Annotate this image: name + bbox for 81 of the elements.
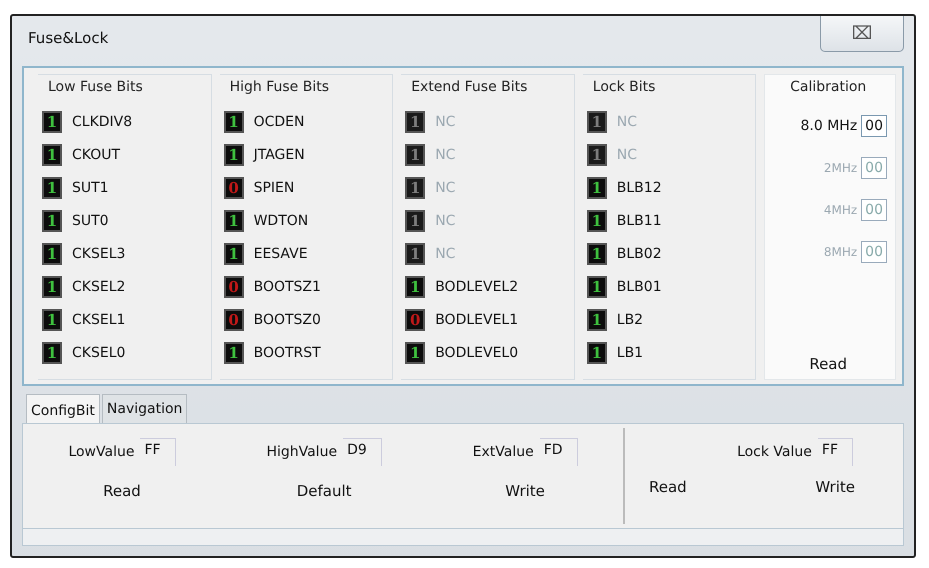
bit-label: BLB02 bbox=[616, 246, 662, 262]
value-label: ExtValue bbox=[472, 444, 534, 460]
group-title: High Fuse Bits bbox=[230, 79, 330, 95]
calibration-field[interactable]: 00 bbox=[861, 115, 887, 137]
bit-label: WDTON bbox=[254, 212, 308, 228]
window-title: Fuse&Lock bbox=[28, 29, 108, 47]
bit-label: BODLEVEL2 bbox=[435, 278, 518, 294]
bit-toggle[interactable]: 1 bbox=[405, 276, 426, 298]
bit-label: BODLEVEL1 bbox=[435, 312, 518, 328]
frequency-label: 8MHz bbox=[824, 245, 858, 259]
bit-label: NC bbox=[616, 114, 638, 130]
bit-toggle[interactable]: 1 bbox=[42, 144, 62, 166]
bit-label: NC bbox=[616, 146, 638, 162]
bit-toggle[interactable]: 1 bbox=[42, 210, 62, 232]
bit-toggle[interactable]: 1 bbox=[42, 110, 62, 132]
bit-toggle[interactable]: 1 bbox=[586, 276, 607, 298]
bit-toggle[interactable]: 1 bbox=[586, 342, 607, 364]
action-button[interactable]: Write bbox=[807, 476, 863, 498]
value-label: LowValue bbox=[68, 444, 134, 460]
bit-toggle[interactable]: 1 bbox=[224, 342, 244, 364]
bit-label: CLKDIV8 bbox=[72, 114, 132, 130]
bit-toggle[interactable]: 1 bbox=[42, 276, 62, 298]
action-button[interactable]: Read bbox=[641, 476, 695, 498]
group-title: Low Fuse Bits bbox=[48, 79, 144, 95]
bit-label: CKSEL1 bbox=[72, 312, 126, 328]
group-title: Calibration bbox=[790, 79, 866, 95]
frequency-label: 8.0 MHz bbox=[800, 118, 858, 134]
action-button[interactable]: Write bbox=[497, 480, 553, 502]
bit-toggle[interactable]: 1 bbox=[586, 210, 607, 232]
frequency-label: 4MHz bbox=[824, 203, 858, 217]
value-field[interactable]: FF bbox=[140, 438, 176, 466]
bit-toggle[interactable]: 1 bbox=[42, 242, 62, 264]
bit-label: NC bbox=[435, 146, 456, 162]
bit-label: CKSEL3 bbox=[72, 246, 126, 262]
bit-toggle[interactable]: 1 bbox=[405, 342, 426, 364]
bit-label: LB1 bbox=[616, 344, 644, 360]
bit-label: CKSEL2 bbox=[72, 278, 126, 294]
group-title: Lock Bits bbox=[592, 79, 656, 95]
bit-toggle[interactable]: 1 bbox=[586, 308, 607, 330]
value-label: HighValue bbox=[266, 444, 338, 460]
bit-label: BLB11 bbox=[616, 212, 662, 228]
bit-label: CKSEL0 bbox=[72, 344, 126, 360]
bit-label: LB2 bbox=[616, 312, 644, 328]
bit-label: OCDEN bbox=[254, 114, 304, 130]
value-field[interactable]: FF bbox=[818, 438, 853, 466]
value-field[interactable]: FD bbox=[540, 438, 578, 466]
read-button[interactable]: Read bbox=[801, 353, 856, 375]
tab[interactable]: ConfigBit bbox=[26, 394, 100, 423]
bit-label: SPIEN bbox=[254, 180, 294, 196]
value-field[interactable]: D9 bbox=[343, 438, 382, 466]
bit-label: NC bbox=[435, 180, 456, 196]
value-label: Lock Value bbox=[737, 444, 812, 460]
bit-toggle[interactable]: 1 bbox=[586, 242, 607, 264]
bit-label: CKOUT bbox=[72, 146, 120, 162]
bit-toggle[interactable]: 1 bbox=[224, 210, 244, 232]
bit-toggle[interactable]: 1 bbox=[42, 342, 62, 364]
bit-toggle[interactable]: 1 bbox=[42, 176, 62, 198]
bit-label: NC bbox=[435, 212, 456, 228]
bit-toggle[interactable]: 1 bbox=[224, 144, 244, 166]
bit-toggle[interactable]: 1 bbox=[224, 242, 244, 264]
bit-toggle[interactable]: 1 bbox=[42, 308, 62, 330]
action-button[interactable]: Read bbox=[95, 480, 149, 502]
bit-label: NC bbox=[435, 114, 456, 130]
action-button[interactable]: Default bbox=[288, 480, 360, 502]
bit-label: EESAVE bbox=[254, 246, 308, 262]
bit-label: NC bbox=[435, 246, 456, 262]
bit-toggle[interactable]: 1 bbox=[586, 176, 607, 198]
bit-toggle[interactable]: 1 bbox=[224, 110, 244, 132]
bit-label: SUT1 bbox=[72, 180, 109, 196]
bit-label: BOOTSZ1 bbox=[254, 278, 321, 294]
close-button[interactable]: ⌧ bbox=[820, 16, 904, 52]
bit-label: SUT0 bbox=[72, 212, 109, 228]
group-title: Extend Fuse Bits bbox=[411, 79, 528, 95]
bit-label: BOOTSZ0 bbox=[254, 312, 321, 328]
bit-label: BLB12 bbox=[616, 180, 662, 196]
frequency-label: 2MHz bbox=[824, 161, 858, 175]
tab[interactable]: Navigation bbox=[102, 394, 188, 423]
bit-label: BODLEVEL0 bbox=[435, 344, 518, 360]
bit-label: BLB01 bbox=[616, 278, 662, 294]
bit-label: JTAGEN bbox=[254, 146, 305, 162]
bit-label: BOOTRST bbox=[254, 344, 321, 360]
